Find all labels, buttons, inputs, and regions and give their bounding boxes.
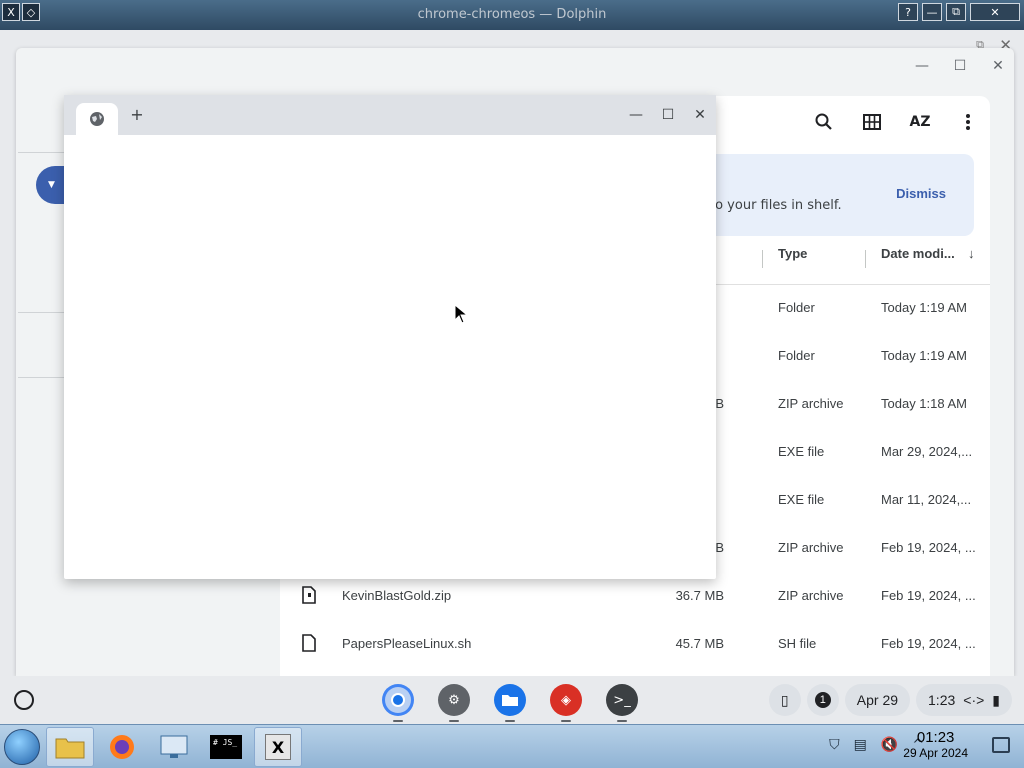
file-type: EXE file xyxy=(778,492,825,507)
sidebar-divider xyxy=(18,312,64,313)
file-type: Folder xyxy=(778,300,815,315)
file-date: Today 1:18 AM xyxy=(881,396,967,411)
file-type: ZIP archive xyxy=(778,540,844,555)
launcher-button[interactable] xyxy=(14,690,34,710)
settings-app-icon[interactable]: ⚙ xyxy=(438,684,470,722)
start-button[interactable] xyxy=(4,729,40,765)
new-tab-button[interactable]: + xyxy=(128,105,146,124)
file-date: Mar 29, 2024,... xyxy=(881,444,973,459)
taskbar-items: # JS_ X xyxy=(46,727,302,767)
security-icon[interactable]: ⛉ xyxy=(829,737,840,753)
file-size: 45.7 MB xyxy=(675,636,724,651)
show-desktop-icon[interactable] xyxy=(992,737,1010,753)
browser-tab[interactable] xyxy=(76,103,118,135)
chevron-down-icon: ▼ xyxy=(48,180,55,190)
files-window-controls: — ☐ ✕ xyxy=(912,56,1008,76)
minimize-icon[interactable]: — xyxy=(628,107,644,123)
file-name: PapersPleaseLinux.sh xyxy=(342,636,472,651)
file-size: 36.7 MB xyxy=(675,588,724,603)
sidebar-divider xyxy=(18,152,64,153)
firefox-taskbar-icon[interactable] xyxy=(98,727,146,767)
banner-text: to your files in shelf. xyxy=(710,198,842,213)
file-row[interactable]: PapersPleaseLinux.sh 45.7 MB SH file Feb 19… xyxy=(280,622,990,670)
file-date: Feb 19, 2024, ... xyxy=(881,588,976,603)
file-size: B xyxy=(715,540,724,555)
shelf-time: 1:23 xyxy=(928,692,956,708)
window-title: chrome-chromeos — Dolphin xyxy=(417,7,607,22)
maximize-button[interactable]: ⧉ xyxy=(946,3,966,21)
file-explorer-taskbar-icon[interactable] xyxy=(46,727,94,767)
file-date: Today 1:19 AM xyxy=(881,300,967,315)
file-date: Feb 19, 2024, ... xyxy=(881,636,976,651)
status-tray: ▯ 1 Apr 29 1:23 <·> ▮ xyxy=(768,684,1012,716)
remote-desktop-taskbar-icon[interactable] xyxy=(150,727,198,767)
system-tray-pill[interactable]: 1:23 <·> ▮ xyxy=(916,684,1012,716)
close-icon[interactable]: ✕ xyxy=(692,107,708,123)
chrome-app-icon[interactable] xyxy=(382,684,414,722)
close-button[interactable]: ✕ xyxy=(970,3,1020,21)
more-vert-icon[interactable] xyxy=(956,110,980,134)
mouse-cursor-icon xyxy=(454,304,468,324)
network-icon: <·> xyxy=(963,692,985,708)
column-header-date[interactable]: Date modi... xyxy=(881,246,955,261)
shelf-apps: ⚙ ◈ >_ xyxy=(382,684,638,722)
sort-arrow-down-icon[interactable]: ↓ xyxy=(968,246,975,261)
outer-window-titlebar: X ◇ chrome-chromeos — Dolphin ? — ⧉ ✕ xyxy=(0,0,1024,30)
column-header-type[interactable]: Type xyxy=(778,246,807,261)
files-app-icon[interactable] xyxy=(494,684,526,722)
minimize-button[interactable]: — xyxy=(922,3,942,21)
date-pill[interactable]: Apr 29 xyxy=(844,684,911,716)
file-date: Today 1:19 AM xyxy=(881,348,967,363)
file-date: Feb 19, 2024, ... xyxy=(881,540,976,555)
file-type: EXE file xyxy=(778,444,825,459)
help-button[interactable]: ? xyxy=(898,3,918,21)
clipboard-icon[interactable]: ▤ xyxy=(854,737,867,753)
notification-badge[interactable]: 1 xyxy=(806,684,839,716)
zip-file-icon xyxy=(302,586,316,604)
info-banner: to your files in shelf. Dismiss xyxy=(690,154,974,236)
maximize-icon[interactable]: ☐ xyxy=(660,107,676,123)
gallery-app-icon[interactable]: ◈ xyxy=(550,684,582,722)
file-type: ZIP archive xyxy=(778,588,844,603)
volume-muted-icon[interactable]: 🔇 xyxy=(881,737,898,753)
chrome-window-controls: — ☐ ✕ xyxy=(628,107,708,123)
column-divider[interactable] xyxy=(865,250,866,268)
terminal-taskbar-icon[interactable]: # JS_ xyxy=(202,727,250,767)
phone-hub-icon[interactable]: ▯ xyxy=(768,684,801,716)
terminal-app-icon[interactable]: >_ xyxy=(606,684,638,722)
terminal-thumb: # JS_ xyxy=(210,735,242,759)
chromeos-shelf: ⚙ ◈ >_ ▯ 1 Apr 29 1:23 <·> ▮ xyxy=(0,676,1024,724)
sidebar-divider xyxy=(18,377,64,378)
column-divider[interactable] xyxy=(762,250,763,268)
sort-az-icon[interactable]: AZ xyxy=(908,110,932,134)
search-icon[interactable] xyxy=(812,110,836,134)
window-controls: ? — ⧉ ✕ xyxy=(898,3,1020,21)
file-row[interactable]: KevinBlastGold.zip 36.7 MB ZIP archive Feb … xyxy=(280,574,990,622)
chrome-window[interactable]: + — ☐ ✕ xyxy=(64,95,716,579)
file-icon xyxy=(302,634,316,652)
x-server-taskbar-icon[interactable]: X xyxy=(254,727,302,767)
battery-icon: ▮ xyxy=(992,691,1000,708)
clock-time: 01:23 xyxy=(916,729,955,746)
globe-icon xyxy=(90,112,104,126)
files-toolbar: AZ xyxy=(812,110,980,134)
chrome-tab-strip: + — ☐ ✕ xyxy=(64,95,716,135)
close-icon[interactable]: ✕ xyxy=(988,56,1008,76)
file-size: B xyxy=(715,396,724,411)
dismiss-button[interactable]: Dismiss xyxy=(896,186,946,201)
file-type: ZIP archive xyxy=(778,396,844,411)
notification-count: 1 xyxy=(814,692,831,708)
grid-view-icon[interactable] xyxy=(860,110,884,134)
windows-taskbar: # JS_ X ⛉ ▤ 🔇 ^ 01:23 29 Apr 2024 xyxy=(0,724,1024,768)
taskbar-clock[interactable]: 01:23 29 Apr 2024 xyxy=(903,729,968,760)
file-type: Folder xyxy=(778,348,815,363)
clock-date: 29 Apr 2024 xyxy=(903,746,968,760)
maximize-icon[interactable]: ☐ xyxy=(950,56,970,76)
file-date: Mar 11, 2024,... xyxy=(881,492,972,507)
x-icon: X xyxy=(265,734,291,760)
file-type: SH file xyxy=(778,636,817,651)
file-name: KevinBlastGold.zip xyxy=(342,588,452,603)
minimize-icon[interactable]: — xyxy=(912,56,932,76)
